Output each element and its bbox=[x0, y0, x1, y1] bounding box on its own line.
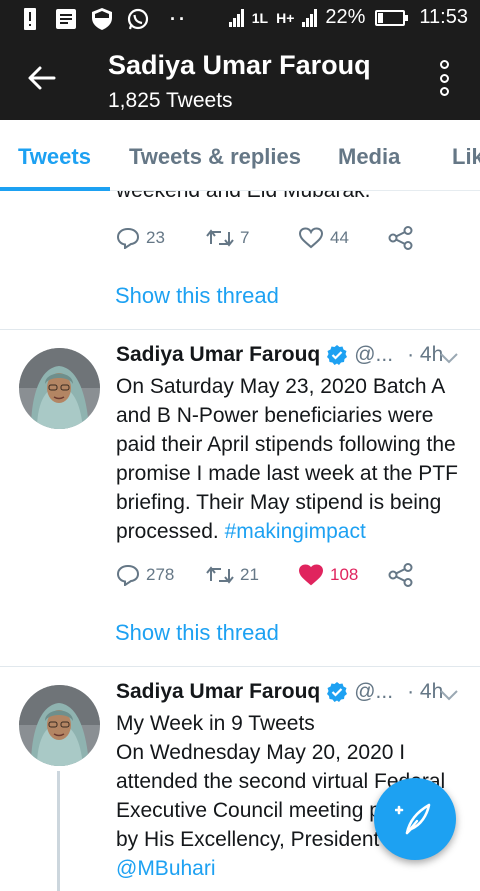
page-title: Sadiya Umar Farouq bbox=[108, 50, 371, 80]
like-count: 108 bbox=[330, 565, 359, 584]
thread-connector bbox=[57, 771, 60, 891]
reply-count: 278 bbox=[146, 565, 175, 584]
author-name[interactable]: Sadiya Umar Farouq bbox=[116, 343, 320, 367]
tweet-time: · 4h bbox=[407, 343, 444, 366]
tweet-author-row: Sadiya Umar Farouq @... · 4h bbox=[116, 343, 443, 367]
author-handle: @... bbox=[354, 680, 394, 703]
show-thread-link[interactable]: Show this thread bbox=[115, 620, 279, 646]
tweet-body: On Saturday May 23, 2020 Batch A and B N… bbox=[116, 375, 458, 543]
verified-badge-icon bbox=[326, 344, 348, 366]
reply-button[interactable]: 278 bbox=[116, 564, 206, 586]
whatsapp-icon bbox=[126, 7, 150, 31]
shield-icon bbox=[90, 7, 114, 31]
tweet-count: 1,825 Tweets bbox=[108, 89, 233, 112]
tab-tweets-and-replies[interactable]: Tweets & replies bbox=[129, 144, 301, 170]
verified-badge-icon bbox=[326, 681, 348, 703]
alert-icon bbox=[18, 7, 42, 31]
tab-tweets[interactable]: Tweets bbox=[18, 144, 91, 170]
battery-percent: 22% bbox=[325, 6, 366, 28]
retweet-button[interactable]: 7 bbox=[206, 228, 298, 248]
like-button[interactable]: 44 bbox=[298, 227, 388, 249]
share-button[interactable] bbox=[388, 563, 414, 587]
like-count: 44 bbox=[330, 228, 349, 247]
retweet-count: 7 bbox=[240, 228, 250, 247]
tweet-actions: 23 7 44 bbox=[116, 226, 414, 250]
tab-media[interactable]: Media bbox=[338, 144, 400, 170]
reply-button[interactable]: 23 bbox=[116, 227, 206, 249]
back-arrow-icon[interactable] bbox=[26, 62, 58, 94]
chevron-down-icon[interactable] bbox=[440, 351, 458, 369]
tweet-actions: 278 21 108 bbox=[116, 563, 414, 587]
retweet-button[interactable]: 21 bbox=[206, 565, 298, 585]
reply-icon bbox=[116, 564, 140, 586]
profile-tabs: Tweets Tweets & replies Media Lik bbox=[0, 120, 480, 191]
share-icon bbox=[388, 226, 413, 250]
battery-icon bbox=[375, 9, 409, 26]
author-handle: @... bbox=[354, 343, 394, 366]
share-icon bbox=[388, 563, 413, 587]
retweet-icon bbox=[206, 229, 234, 247]
chevron-down-icon[interactable] bbox=[440, 688, 458, 706]
signal-icon-2 bbox=[302, 8, 318, 27]
tweet-author-row: Sadiya Umar Farouq @... · 4h bbox=[116, 680, 443, 704]
status-bar: ·· 1L H+ 22% 11:53 bbox=[0, 0, 480, 38]
tweet-text: On Saturday May 23, 2020 Batch A and B N… bbox=[116, 372, 466, 546]
tweet-time: · 4h bbox=[407, 680, 444, 703]
avatar[interactable] bbox=[19, 685, 100, 766]
compose-feather-icon bbox=[395, 803, 431, 835]
share-button[interactable] bbox=[388, 226, 414, 250]
divider bbox=[0, 666, 480, 667]
network-type-2: H+ bbox=[276, 9, 295, 26]
heart-filled-icon bbox=[298, 564, 324, 586]
profile-header: Sadiya Umar Farouq 1,825 Tweets bbox=[0, 38, 480, 120]
tweet-text: weekend and Eid Mubarak. bbox=[116, 191, 371, 205]
like-button[interactable]: 108 bbox=[298, 564, 388, 586]
divider bbox=[0, 329, 480, 330]
network-type-1: 1L bbox=[251, 9, 269, 26]
heart-outline-icon bbox=[298, 227, 324, 249]
retweet-icon bbox=[206, 566, 234, 584]
document-icon bbox=[54, 7, 78, 31]
hashtag-link[interactable]: #makingimpact bbox=[225, 520, 366, 543]
author-name[interactable]: Sadiya Umar Farouq bbox=[116, 680, 320, 704]
tweet-first-line: My Week in 9 Tweets bbox=[116, 712, 315, 735]
signal-icon bbox=[228, 8, 244, 27]
overflow-menu-icon[interactable] bbox=[438, 60, 450, 96]
tab-likes[interactable]: Lik bbox=[452, 144, 480, 170]
retweet-count: 21 bbox=[240, 565, 259, 584]
compose-tweet-button[interactable] bbox=[374, 778, 456, 860]
show-thread-link[interactable]: Show this thread bbox=[115, 283, 279, 309]
reply-icon bbox=[116, 227, 140, 249]
reply-count: 23 bbox=[146, 228, 165, 247]
more-notifications-icon: ·· bbox=[170, 8, 188, 29]
clock: 11:53 bbox=[419, 6, 468, 28]
avatar[interactable] bbox=[19, 348, 100, 429]
